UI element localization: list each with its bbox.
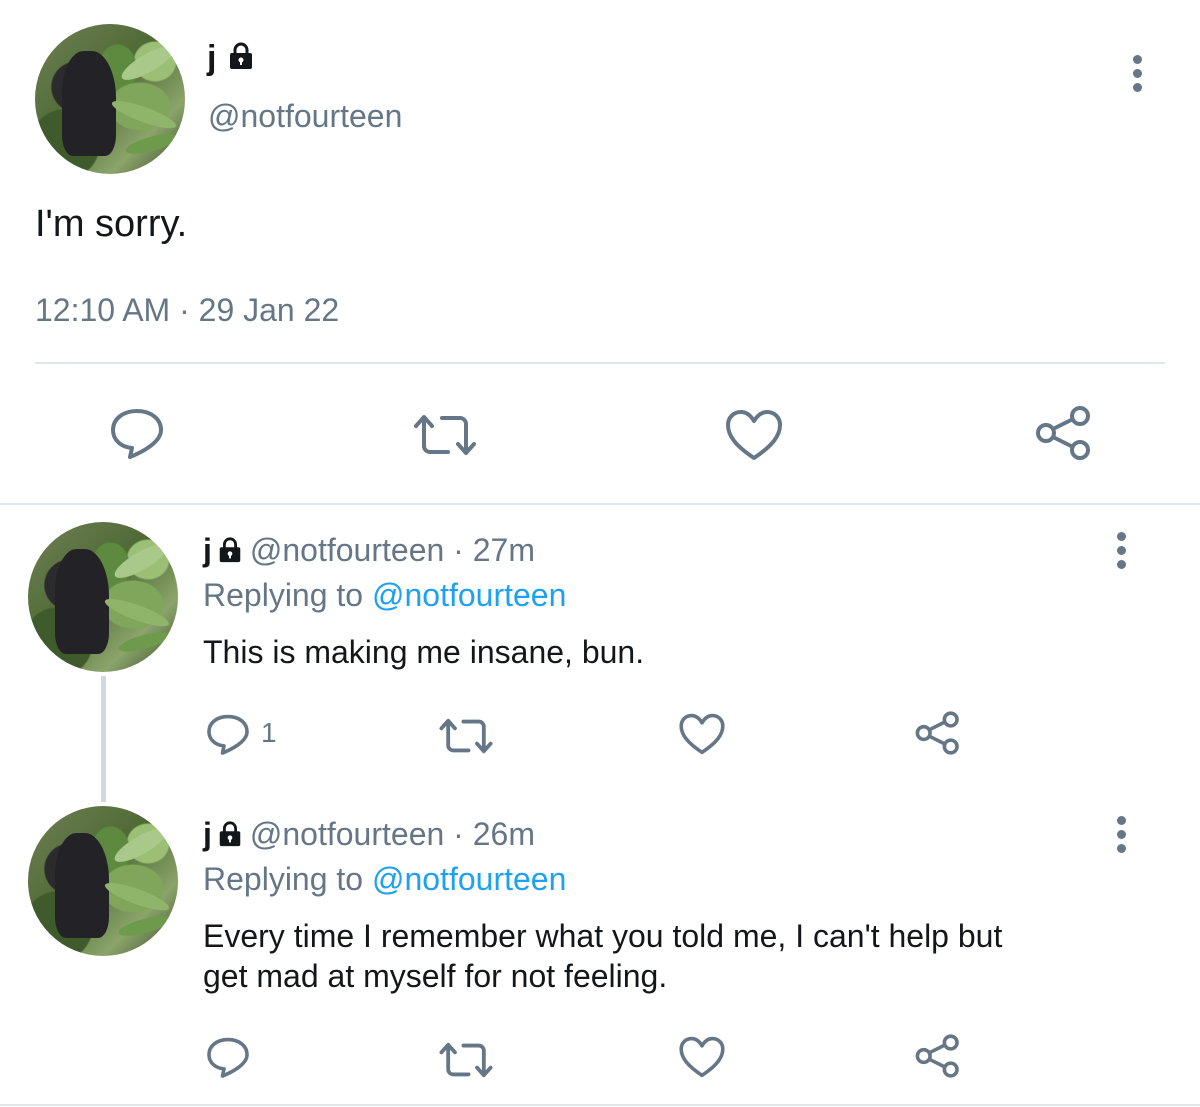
display-name[interactable]: j — [203, 816, 212, 852]
like-icon[interactable] — [678, 712, 726, 756]
like-icon[interactable] — [724, 408, 784, 462]
replying-to-link[interactable]: @notfourteen — [372, 861, 566, 897]
relative-time[interactable]: 26m — [473, 816, 535, 852]
display-name[interactable]: j — [203, 532, 212, 568]
avatar[interactable] — [28, 806, 178, 956]
retweet-icon[interactable] — [438, 1040, 494, 1080]
handle[interactable]: @notfourteen — [250, 532, 444, 568]
display-name[interactable]: j — [207, 39, 216, 77]
tweet-text: I'm sorry. — [35, 203, 188, 245]
divider — [35, 362, 1165, 364]
lock-icon — [216, 533, 244, 573]
share-icon[interactable] — [1034, 404, 1094, 462]
retweet-icon[interactable] — [412, 412, 478, 458]
lock-icon — [216, 817, 244, 857]
more-options-icon[interactable] — [1117, 816, 1127, 858]
separator: · — [444, 532, 473, 568]
like-icon[interactable] — [678, 1035, 726, 1079]
reply-icon[interactable] — [108, 405, 166, 461]
avatar[interactable] — [35, 24, 185, 174]
share-icon[interactable] — [914, 1033, 962, 1079]
tweet-text: This is making me insane, bun. — [203, 634, 645, 670]
reply-icon[interactable] — [205, 711, 251, 757]
thread-line — [101, 676, 106, 802]
tweet-text-line: get mad at myself for not feeling. — [203, 958, 668, 994]
separator: · — [444, 816, 473, 852]
reply-icon[interactable] — [205, 1034, 251, 1080]
reply-count: 1 — [261, 717, 277, 748]
tweet-text-line: Every time I remember what you told me, … — [203, 918, 1003, 954]
tweet-timestamp[interactable]: 12:10 AM · 29 Jan 22 — [35, 290, 339, 330]
more-options-icon[interactable] — [1133, 55, 1143, 97]
more-options-icon[interactable] — [1117, 532, 1127, 574]
lock-icon — [226, 40, 256, 80]
replying-label: Replying to — [203, 577, 372, 613]
replying-to-link[interactable]: @notfourteen — [372, 577, 566, 613]
replying-label: Replying to — [203, 861, 372, 897]
retweet-icon[interactable] — [438, 716, 494, 756]
handle[interactable]: @notfourteen — [250, 816, 444, 852]
avatar[interactable] — [28, 522, 178, 672]
relative-time[interactable]: 27m — [473, 532, 535, 568]
divider — [0, 1104, 1200, 1106]
handle[interactable]: @notfourteen — [208, 96, 402, 136]
share-icon[interactable] — [914, 710, 962, 756]
divider — [0, 503, 1200, 505]
